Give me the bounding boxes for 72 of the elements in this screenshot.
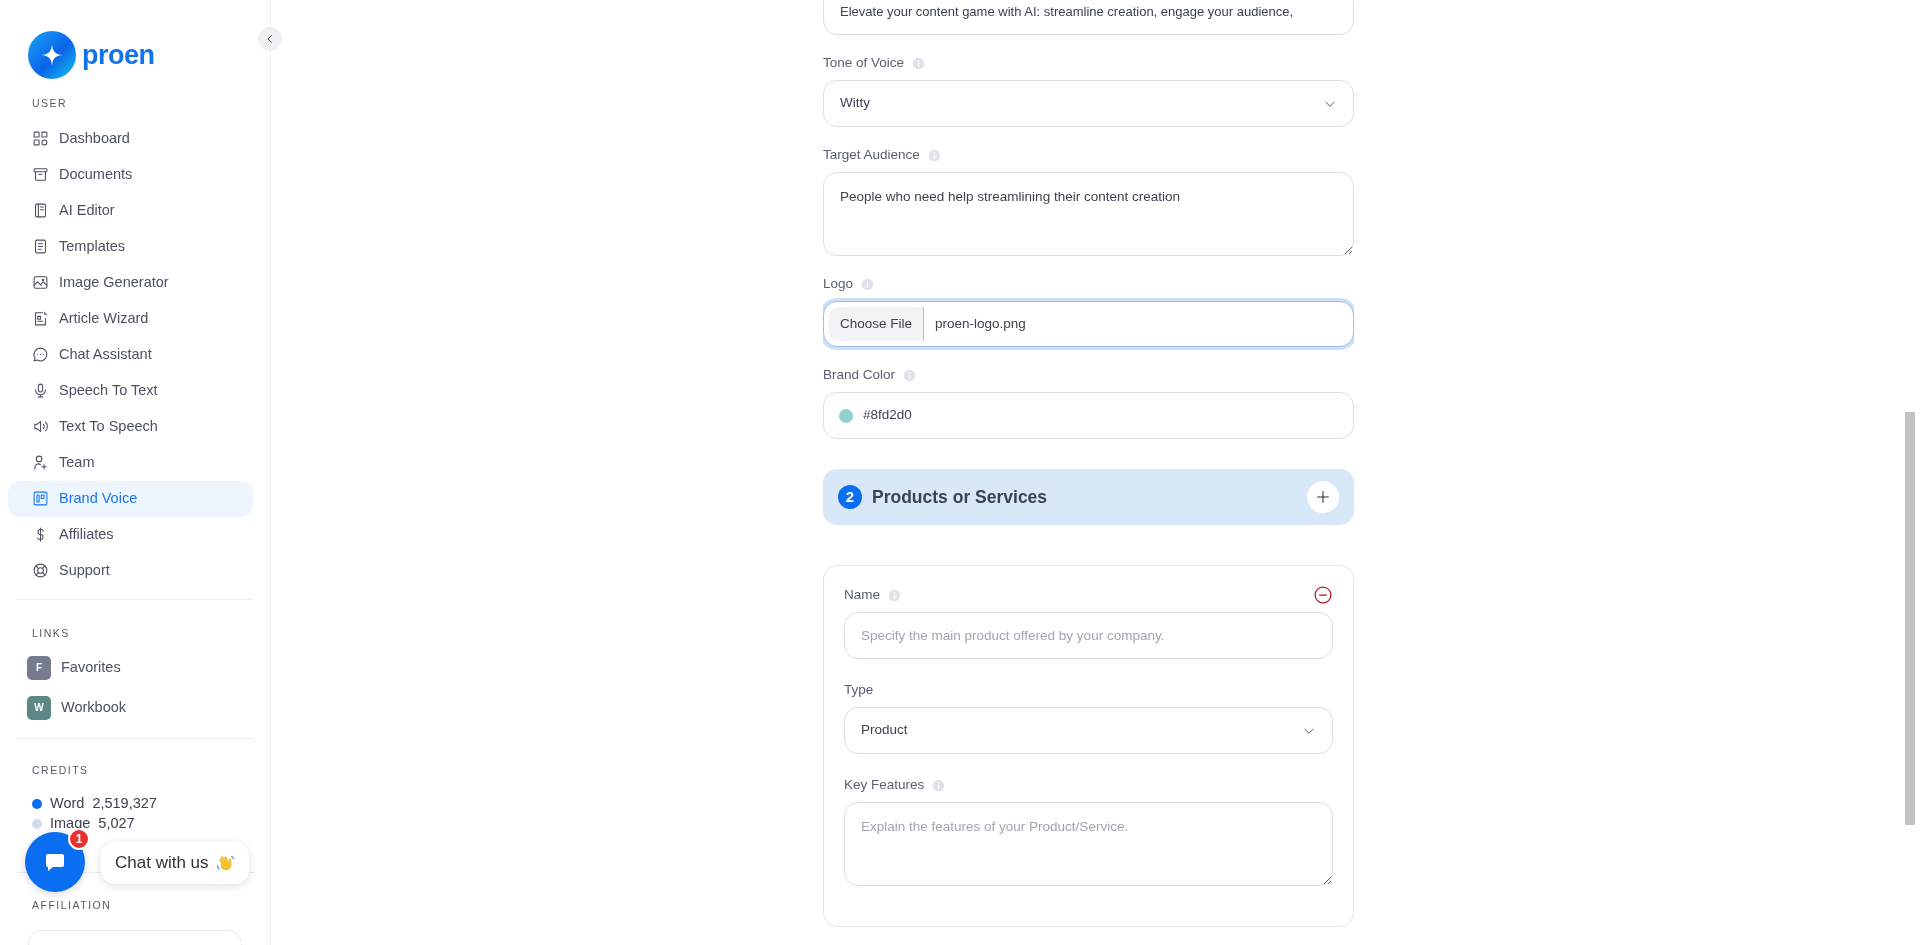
brand-name: proen xyxy=(82,38,155,72)
add-button[interactable] xyxy=(1307,481,1339,513)
field-label: Key Features xyxy=(844,775,925,794)
archive-box-icon xyxy=(32,166,49,184)
credit-amount: 5,027 xyxy=(98,814,135,834)
sidebar-item[interactable]: Affiliates xyxy=(8,516,253,553)
article-icon xyxy=(32,310,49,328)
choose-file-button[interactable]: Choose File xyxy=(829,307,925,341)
credit-amount: 2,519,327 xyxy=(92,794,157,814)
section-heading: CREDITS xyxy=(31,762,90,778)
text-area[interactable]: Explain the features of your Product/Service. xyxy=(844,802,1333,886)
info-icon xyxy=(903,368,917,382)
text-field[interactable]: Elevate your content game with AI: streamline creation, engage your audience, xyxy=(823,0,1354,35)
field-label: Target Audience xyxy=(823,145,920,164)
sidebar-item[interactable]: Chat Assistant xyxy=(8,336,253,373)
credit-label: Word xyxy=(50,794,85,814)
section-heading: LINKS xyxy=(31,625,71,641)
layout-icon xyxy=(32,490,49,508)
microphone-icon xyxy=(32,382,49,400)
plus-icon xyxy=(1315,489,1331,505)
initial-badge: W xyxy=(27,695,51,720)
text-area[interactable]: People who need help streamlining their content creation xyxy=(823,172,1354,256)
notification-badge: 1 xyxy=(68,828,90,850)
info-icon xyxy=(927,148,941,162)
text-field[interactable]: Specify the main product offered by your company. xyxy=(844,612,1333,659)
document-icon xyxy=(32,238,49,256)
notebook-icon xyxy=(32,202,49,220)
sidebar-item[interactable]: Text To Speech xyxy=(8,408,253,445)
sidebar-item[interactable]: Speech To Text xyxy=(8,372,253,409)
sidebar-item[interactable]: Support xyxy=(8,552,253,589)
sidebar-item[interactable]: Templates xyxy=(8,228,253,265)
sidebar-link[interactable]: W Workbook xyxy=(8,687,262,728)
sidebar-link[interactable]: F Favorites xyxy=(8,647,262,688)
scrollbar-thumb[interactable] xyxy=(1905,412,1915,825)
field-label: Type xyxy=(844,680,874,699)
field-label: Name xyxy=(844,585,880,604)
field-label: Logo xyxy=(823,274,854,293)
file-field[interactable]: Choose File proen-logo.png xyxy=(823,301,1354,347)
logo-icon xyxy=(28,31,76,79)
sidebar-item[interactable]: Dashboard xyxy=(8,120,253,157)
initial-badge: F xyxy=(27,655,51,680)
sidebar-item[interactable]: Brand Voice xyxy=(8,480,253,517)
sidebar-item[interactable]: Image Generator xyxy=(8,264,253,301)
waving-hand-icon xyxy=(214,853,235,873)
user-plus-icon xyxy=(32,454,49,472)
chat-button[interactable] xyxy=(25,832,85,892)
chat-bubble-icon xyxy=(32,346,49,364)
field-label: Tone of Voice xyxy=(823,53,905,72)
minus-circle-icon xyxy=(1313,585,1333,605)
info-icon xyxy=(861,277,875,291)
chat-with-us-button[interactable]: Chat with us xyxy=(101,842,249,884)
color-field[interactable]: #8fd2d0 xyxy=(823,392,1354,439)
color-value: #8fd2d0 xyxy=(863,406,912,425)
select-field[interactable]: Product xyxy=(844,707,1333,754)
remove-button[interactable] xyxy=(1313,585,1333,605)
info-icon xyxy=(932,778,946,792)
lifebuoy-icon xyxy=(32,562,49,580)
sidebar-item[interactable]: Article Wizard xyxy=(8,300,253,337)
section-heading: USER xyxy=(31,96,69,111)
select-field[interactable]: Witty xyxy=(823,80,1354,127)
field-label: Brand Color xyxy=(823,365,896,384)
image-icon xyxy=(32,274,49,292)
file-name: proen-logo.png xyxy=(934,314,1026,333)
info-icon xyxy=(912,56,926,70)
info-icon xyxy=(888,588,901,602)
step-number: 2 xyxy=(838,485,862,509)
section-heading: AFFILIATION xyxy=(31,898,113,914)
sidebar-item[interactable]: Documents xyxy=(8,156,253,193)
section-title: Products or Services xyxy=(872,485,1049,509)
grid-icon xyxy=(32,130,49,148)
sidebar-item[interactable]: AI Editor xyxy=(8,192,253,229)
sidebar-item[interactable]: Team xyxy=(8,444,253,481)
